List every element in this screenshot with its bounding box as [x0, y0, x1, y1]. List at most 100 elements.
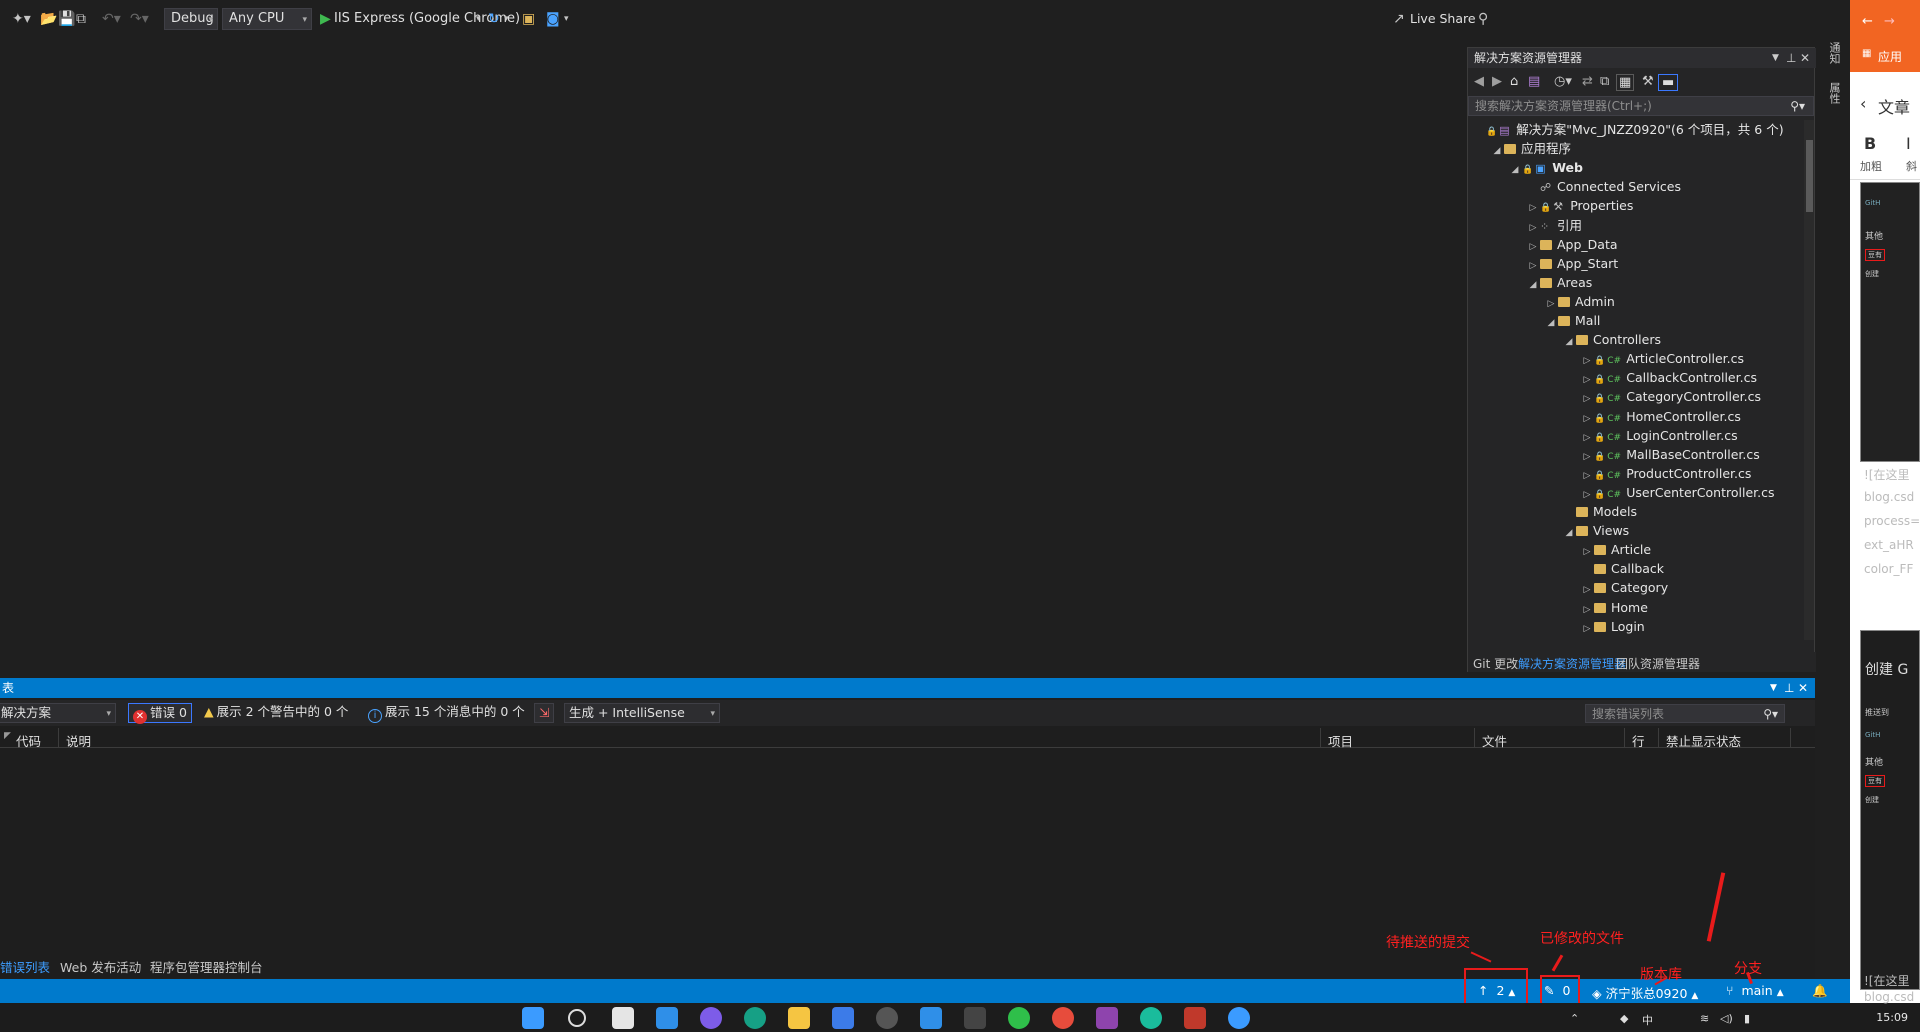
tree-item[interactable]: ▷ 🔒 C# CallbackController.cs: [1580, 368, 1757, 387]
panel-menu-icon[interactable]: ▼: [1770, 680, 1777, 696]
tree-item[interactable]: ◢ Views: [1562, 521, 1630, 543]
tree-item[interactable]: ◢ 🔒 ▣ Web: [1508, 158, 1583, 177]
open-folder-icon[interactable]: 📂: [40, 10, 57, 28]
store-icon[interactable]: [832, 1007, 854, 1029]
back-icon[interactable]: ◀: [1474, 74, 1484, 89]
tray-chevron-icon[interactable]: ⌃: [1570, 1012, 1579, 1025]
save-all-icon[interactable]: ⧉: [76, 10, 86, 28]
back-arrow-icon[interactable]: ←: [1862, 14, 1873, 29]
pending-changes-icon[interactable]: ◷▾: [1554, 74, 1572, 89]
chat-icon[interactable]: [700, 1007, 722, 1029]
tab-solution-explorer[interactable]: 解决方案资源管理器: [1518, 655, 1626, 672]
forward-arrow-icon[interactable]: →: [1884, 14, 1895, 29]
app-icon[interactable]: [1184, 1007, 1206, 1029]
build-filter-dropdown[interactable]: 生成 + IntelliSense ▾: [564, 703, 720, 723]
run-target-chevron-icon[interactable]: ▾: [476, 10, 481, 28]
mail-icon[interactable]: [920, 1007, 942, 1029]
solution-search-input[interactable]: 搜索解决方案资源管理器(Ctrl+;) ⚲▾: [1468, 96, 1814, 116]
tree-item[interactable]: ▷ 🔒 C# ArticleController.cs: [1580, 349, 1745, 368]
tree-item[interactable]: ▷ ⁘ 引用: [1526, 216, 1582, 235]
properties-wrench-icon[interactable]: ⚒: [1642, 74, 1654, 89]
tree-scrollbar-thumb[interactable]: [1806, 140, 1813, 212]
tab-web-publish[interactable]: Web 发布活动: [60, 957, 141, 976]
terminal-icon[interactable]: [964, 1007, 986, 1029]
column-suppression[interactable]: 禁止显示状态: [1666, 731, 1741, 750]
expand-toggle-icon[interactable]: ◢: [1562, 524, 1576, 543]
filter-toggle-icon[interactable]: ⇲: [534, 703, 555, 723]
column-file[interactable]: 文件: [1482, 731, 1507, 750]
pin-icon[interactable]: ⊥: [1786, 50, 1796, 66]
column-project[interactable]: 项目: [1328, 731, 1353, 750]
bold-label[interactable]: 加粗: [1860, 158, 1882, 174]
app-icon[interactable]: [1228, 1007, 1250, 1029]
preview-icon[interactable]: ▬: [1658, 74, 1679, 91]
switch-views-icon[interactable]: ▤: [1528, 74, 1540, 89]
widgets-icon[interactable]: [656, 1007, 678, 1029]
save-icon[interactable]: 💾: [58, 10, 75, 28]
notification-bell-icon[interactable]: 🔔: [1812, 983, 1828, 999]
chrome-icon[interactable]: [1052, 1007, 1074, 1029]
notifications-tab[interactable]: 通知: [1826, 42, 1842, 64]
sort-corner-icon[interactable]: ◤: [4, 731, 11, 741]
play-icon[interactable]: ▶: [320, 10, 331, 28]
collapse-all-icon[interactable]: ⧉: [1600, 74, 1609, 89]
browser-link-icon[interactable]: ◙: [546, 10, 560, 28]
tree-item[interactable]: ▷ 🔒 ⚒ Properties: [1526, 196, 1634, 215]
wifi-icon[interactable]: ≋: [1700, 1012, 1709, 1025]
redo-icon[interactable]: ↷▾: [130, 10, 149, 28]
apps-grid-icon[interactable]: ▦: [1862, 48, 1871, 59]
repository-button[interactable]: ◈ 济宁张总0920 ▲: [1592, 983, 1698, 1002]
new-project-icon[interactable]: ✦▾: [12, 10, 31, 28]
undo-icon[interactable]: ↶▾: [102, 10, 121, 28]
tree-item[interactable]: ▷ Admin: [1544, 292, 1615, 311]
tree-item[interactable]: ▷ 🔒 C# MallBaseController.cs: [1580, 445, 1760, 464]
volume-icon[interactable]: ◁): [1720, 1012, 1733, 1025]
tree-item[interactable]: ▷ 🔒 C# LoginController.cs: [1580, 426, 1738, 445]
close-icon[interactable]: ✕: [1798, 680, 1808, 696]
apps-label[interactable]: 应用: [1878, 48, 1902, 65]
expand-toggle-icon[interactable]: ▷: [1580, 639, 1594, 640]
scope-dropdown[interactable]: 解决方案 ▾: [0, 703, 116, 723]
warnings-filter-button[interactable]: ▲ 展示 2 个警告中的 0 个: [200, 703, 352, 723]
wechat-icon[interactable]: [1008, 1007, 1030, 1029]
tab-package-console[interactable]: 程序包管理器控制台: [150, 957, 263, 976]
column-description[interactable]: 说明: [66, 731, 91, 750]
battery-icon[interactable]: ▮: [1744, 1012, 1750, 1025]
bold-icon[interactable]: B: [1864, 134, 1876, 153]
error-search-input[interactable]: 搜索错误列表 ⚲▾: [1585, 704, 1785, 723]
search-icon[interactable]: ⚲▾: [1763, 706, 1778, 722]
expand-toggle-icon[interactable]: ◢: [1526, 276, 1540, 295]
tree-item[interactable]: 🔒 ▤ 解决方案"Mvc_JNZZ0920"(6 个项目，共 6 个): [1472, 120, 1784, 139]
panel-menu-icon[interactable]: ▼: [1772, 50, 1779, 66]
tree-item[interactable]: ◢ Mall: [1544, 311, 1601, 330]
browse-folder-icon[interactable]: ▣: [522, 10, 535, 28]
home-icon[interactable]: ⌂: [1510, 74, 1518, 89]
visual-studio-icon[interactable]: [1096, 1007, 1118, 1029]
task-view-icon[interactable]: [612, 1007, 634, 1029]
start-menu-icon[interactable]: [522, 1007, 544, 1029]
tree-item[interactable]: ▷ 🔒 C# CategoryController.cs: [1580, 387, 1761, 406]
pin-icon[interactable]: ⊥: [1784, 680, 1794, 696]
column-code[interactable]: 代码: [16, 731, 41, 750]
platform-dropdown[interactable]: Any CPU ▾: [222, 8, 312, 30]
forward-icon[interactable]: ▶: [1492, 74, 1502, 89]
overflow-chevron-icon[interactable]: ▾: [564, 10, 569, 28]
taskbar-clock[interactable]: 15:09: [1876, 1011, 1908, 1024]
italic-label[interactable]: 斜: [1906, 158, 1917, 174]
tray-shield-icon[interactable]: ◆: [1620, 1012, 1628, 1025]
search-icon[interactable]: ⚲▾: [1790, 98, 1805, 114]
live-share-button[interactable]: Live Share: [1410, 10, 1476, 28]
tree-item[interactable]: ▷ 🔒 C# HomeController.cs: [1580, 407, 1741, 426]
chevron-left-icon[interactable]: ‹: [1860, 94, 1866, 113]
errors-filter-button[interactable]: ✕ 错误 0: [128, 703, 192, 724]
live-share-icon[interactable]: ↗: [1393, 10, 1405, 28]
tree-item[interactable]: ◢ Controllers: [1562, 330, 1661, 349]
file-explorer-icon[interactable]: [788, 1007, 810, 1029]
tab-error-list[interactable]: 错误列表: [0, 957, 50, 976]
tree-item[interactable]: ▷ Category: [1580, 578, 1669, 597]
italic-icon[interactable]: I: [1906, 134, 1911, 153]
tree-item[interactable]: Models: [1562, 502, 1637, 521]
app-icon[interactable]: [876, 1007, 898, 1029]
config-dropdown[interactable]: Debug ▾: [164, 8, 218, 30]
tree-item[interactable]: ▷ Home: [1580, 598, 1648, 617]
